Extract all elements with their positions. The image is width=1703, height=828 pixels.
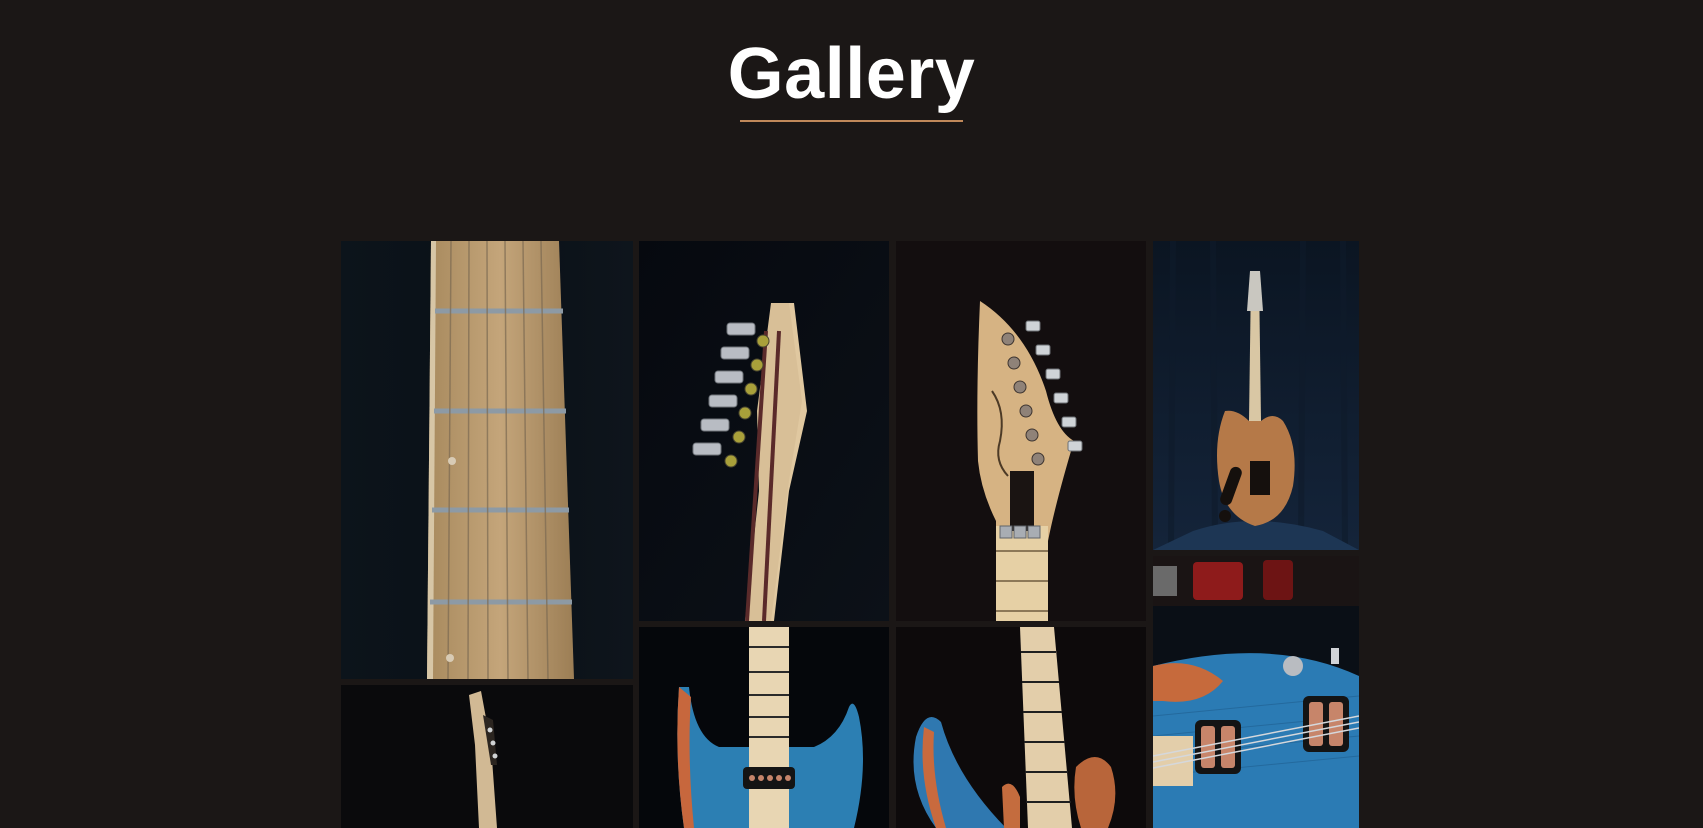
gallery-image-pickups[interactable] [1153,556,1359,828]
gallery-image-headstock-back[interactable] [639,241,889,621]
title-underline [740,120,963,122]
headstock-back-photo [639,241,889,621]
gallery-grid [341,241,1359,828]
gallery-image-body-angle[interactable] [896,627,1146,828]
gallery-image-body-front[interactable] [639,627,889,828]
body-front-photo [639,627,889,828]
body-angle-photo [896,627,1146,828]
gallery-image-neck-side[interactable] [341,685,633,828]
pickups-photo [1153,556,1359,828]
gallery-image-guitar-back[interactable] [1153,241,1359,550]
headstock-front-photo [896,241,1146,621]
neck-side-photo [341,685,633,828]
gallery-image-fretboard[interactable] [341,241,633,679]
gallery-header: Gallery [0,0,1703,140]
page-title: Gallery [727,34,976,114]
fretboard-photo [341,241,633,679]
guitar-back-photo [1153,241,1359,550]
gallery-image-headstock-front[interactable] [896,241,1146,621]
